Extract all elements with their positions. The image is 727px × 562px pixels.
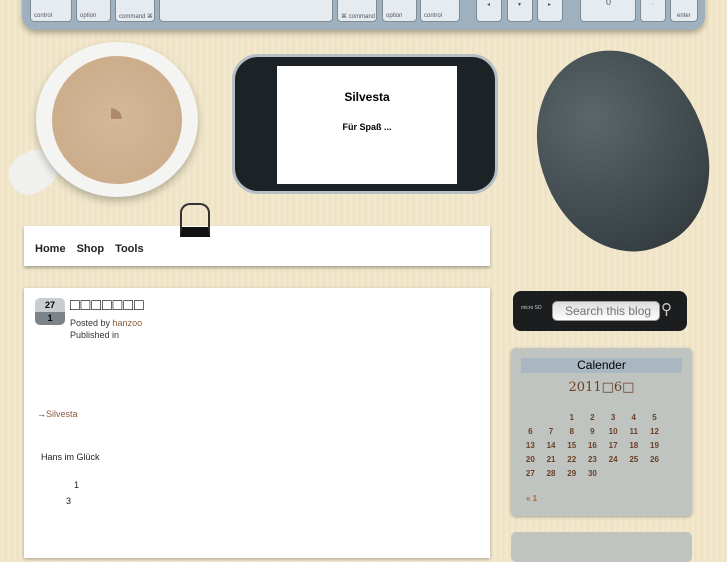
calendar-day xyxy=(644,466,665,480)
calendar-day: 25 xyxy=(629,454,639,464)
key-command: command ⌘ xyxy=(115,0,155,22)
calendar-day: 27 xyxy=(525,468,535,478)
site-title[interactable]: Silvesta xyxy=(277,90,457,104)
calendar-day: 28 xyxy=(546,468,556,478)
post-date: 27 1 xyxy=(35,298,65,325)
calendar-day: 23 xyxy=(587,454,597,464)
calendar-day xyxy=(541,410,562,424)
rss-icon: ◔ xyxy=(96,88,127,144)
phone-header: Silvesta Für Spaß ... xyxy=(232,54,498,194)
calendar-week: 1 2 3 4 5 xyxy=(520,410,665,424)
calendar-widget: Calender 2011□6□ 1 2 3 4 5 6 7 8 9 10 11 12 13 14 15 16… xyxy=(511,348,692,516)
calendar-day: 24 xyxy=(608,454,618,464)
post-day: 27 xyxy=(35,298,65,312)
calendar-week: 6 7 8 9 10 11 12 xyxy=(520,424,665,438)
calendar-day: 12 xyxy=(650,426,659,436)
published-in-label: Published in xyxy=(70,330,120,340)
calendar-week: 20 21 22 23 24 25 26 xyxy=(520,452,665,466)
keyboard: control option command ⌘ ⌘ command optio… xyxy=(22,0,705,30)
calendar-day: 17 xyxy=(608,440,618,450)
post: 27 1 □□□□□□□ Posted by hanzoo Published … xyxy=(24,288,490,558)
silvesta-line: →Silvesta xyxy=(37,409,78,419)
calendar-day: 19 xyxy=(650,440,659,450)
calendar-day: 8 xyxy=(569,426,574,436)
nav-tools[interactable]: Tools xyxy=(115,243,144,255)
calendar-caption: 2011□6□ xyxy=(568,380,635,395)
key-left: ◂ xyxy=(476,0,502,22)
calendar-grid: 1 2 3 4 5 6 7 8 9 10 11 12 13 14 15 16 17 18 19 20 21 22 23 24 2… xyxy=(520,410,665,480)
search-icon[interactable]: ⚲ xyxy=(661,300,672,318)
calendar-day xyxy=(520,410,541,424)
calendar-day: 4 xyxy=(631,412,636,422)
key-down: ▾ xyxy=(507,0,533,22)
arrow: → xyxy=(37,409,46,419)
sidebar-widget xyxy=(511,532,692,562)
calendar-week: 27 28 29 30 xyxy=(520,466,665,480)
post-meta: Posted by hanzoo Published in xyxy=(70,317,142,341)
search-input[interactable] xyxy=(552,301,660,321)
key-dot: . xyxy=(640,0,666,22)
calendar-title: Calender xyxy=(521,358,682,373)
calendar-prev-link[interactable]: « 1 xyxy=(526,494,537,503)
calendar-day: 6 xyxy=(528,426,533,436)
calendar-day: 13 xyxy=(525,440,535,450)
calendar-week: 13 14 15 16 17 18 19 xyxy=(520,438,665,452)
calendar-day: 16 xyxy=(587,440,597,450)
post-title[interactable]: □□□□□□□ xyxy=(70,297,145,315)
mouse-image xyxy=(507,24,727,277)
calendar-day: 20 xyxy=(525,454,535,464)
main-nav: Home Shop Tools xyxy=(24,226,490,266)
key-0: 0 xyxy=(580,0,636,22)
calendar-day xyxy=(603,466,624,480)
search-widget: micro SD ⚲ xyxy=(513,291,687,331)
key-option: option xyxy=(76,0,111,22)
calendar-day: 18 xyxy=(629,440,639,450)
posted-by-label: Posted by xyxy=(70,318,111,328)
post-text-3: 3 xyxy=(66,496,72,506)
key-enter: enter xyxy=(670,0,698,22)
post-month: 1 xyxy=(35,312,65,325)
calendar-day xyxy=(623,466,644,480)
binder-clip-icon xyxy=(180,203,210,237)
nav-home[interactable]: Home xyxy=(35,243,66,255)
microsd-logo: micro SD xyxy=(521,305,542,311)
key-control-right: control xyxy=(420,0,460,22)
calendar-day: 10 xyxy=(608,426,618,436)
key-control: control xyxy=(30,0,72,22)
site-tagline: Für Spaß ... xyxy=(342,122,392,132)
calendar-day: 3 xyxy=(610,412,616,422)
nav-shop[interactable]: Shop xyxy=(77,243,105,255)
calendar-day: 9 xyxy=(590,426,595,436)
key-option-right: option xyxy=(382,0,417,22)
calendar-day: 1 xyxy=(569,412,574,422)
calendar-day: 15 xyxy=(567,440,577,450)
calendar-day: 7 xyxy=(548,426,554,436)
post-text-2: 1 xyxy=(74,480,80,490)
calendar-day: 21 xyxy=(546,454,556,464)
calendar-day: 14 xyxy=(546,440,556,450)
key-right: ▸ xyxy=(537,0,563,22)
post-text: Hans im Glück xyxy=(41,452,100,462)
calendar-day: 30 xyxy=(587,468,597,478)
calendar-day: 5 xyxy=(652,412,657,422)
silvesta-link[interactable]: Silvesta xyxy=(46,409,78,419)
calendar-day: 29 xyxy=(567,468,577,478)
coffee-cup-image: ◔ xyxy=(1,42,198,202)
calendar-day: 2 xyxy=(590,412,595,422)
key-space xyxy=(159,0,333,22)
calendar-day: 11 xyxy=(629,426,639,436)
calendar-day: 22 xyxy=(567,454,577,464)
calendar-day: 26 xyxy=(650,454,659,464)
key-command-right: ⌘ command xyxy=(337,0,377,22)
author-link[interactable]: hanzoo xyxy=(113,318,143,328)
